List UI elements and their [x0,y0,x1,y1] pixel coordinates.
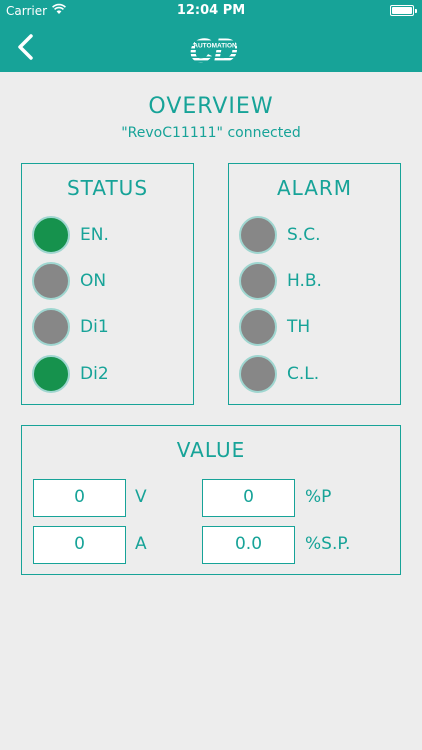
alarm-row-hb: H.B. [239,262,389,302]
status-led-en [32,216,70,254]
setpoint-unit: %S.P. [305,534,351,554]
nav-bar: CD AUTOMATION [0,22,422,72]
clock: 12:04 PM [176,3,246,18]
alarm-label: C.L. [287,364,320,384]
alarm-row-sc: S.C. [239,216,389,256]
voltage-unit: V [135,487,147,507]
connection-status: "RevoC11111" connected [121,125,301,141]
alarm-led-th [239,308,277,346]
value-panel: VALUE 0 V 0 %P 0 A 0.0 %S.P. [21,425,401,575]
alarm-label: S.C. [287,225,321,245]
current-field: 0 [33,526,126,564]
alarm-led-sc [239,216,277,254]
value-title: VALUE [176,438,246,462]
status-row-en: EN. [32,216,182,256]
status-row-on: ON [32,262,182,302]
status-bar: Carrier 12:04 PM [0,0,422,22]
battery-icon [390,5,417,16]
alarm-panel: ALARM S.C. H.B. TH C.L. [228,163,401,405]
alarm-row-cl: C.L. [239,355,389,395]
status-label: Di2 [80,364,109,384]
status-label: Di1 [80,317,109,337]
back-button[interactable] [10,30,44,64]
alarm-label: TH [287,317,311,337]
svg-text:AUTOMATION: AUTOMATION [193,43,237,50]
alarm-row-th: TH [239,308,389,348]
current-unit: A [135,534,147,554]
status-led-di1 [32,308,70,346]
status-label: ON [80,271,107,291]
cd-automation-logo: CD AUTOMATION [189,32,238,66]
power-unit: %P [305,487,332,507]
status-panel: STATUS EN. ON Di1 Di2 [21,163,194,405]
status-label: EN. [80,225,109,245]
status-row-di1: Di1 [32,308,182,348]
power-field: 0 [202,479,295,517]
voltage-field: 0 [33,479,126,517]
page-title: OVERVIEW [148,94,274,119]
alarm-label: H.B. [287,271,322,291]
alarm-title: ALARM [276,176,353,200]
status-led-on [32,262,70,300]
chevron-left-icon [18,34,33,60]
status-title: STATUS [66,176,149,200]
status-led-di2 [32,355,70,393]
setpoint-field: 0.0 [202,526,295,564]
alarm-led-cl [239,355,277,393]
alarm-led-hb [239,262,277,300]
status-row-di2: Di2 [32,355,182,395]
